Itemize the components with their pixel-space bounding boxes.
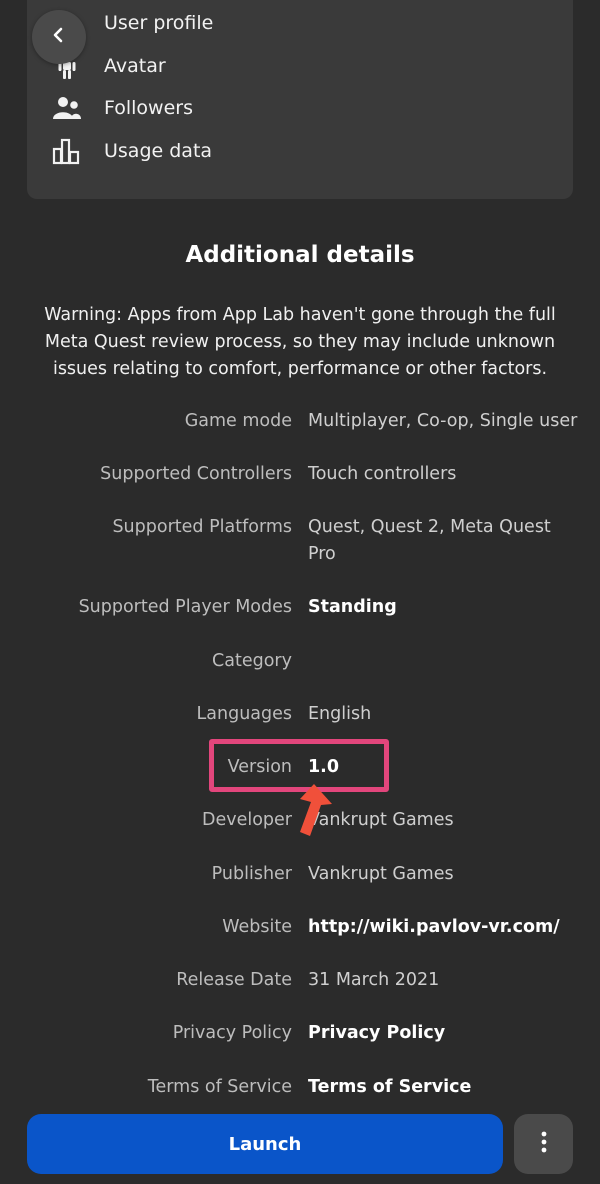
detail-key: Category: [212, 651, 292, 671]
section-title: Additional details: [185, 242, 415, 268]
terms-of-service-link[interactable]: Terms of Service: [308, 1074, 578, 1101]
permission-label: Usage data: [104, 140, 213, 162]
detail-value: Quest, Quest 2, Meta Quest Pro: [308, 517, 551, 564]
detail-key: Supported Platforms: [112, 517, 292, 537]
more-vertical-icon: [540, 1130, 548, 1158]
detail-key: Privacy Policy: [172, 1023, 292, 1043]
detail-key: Terms of Service: [147, 1077, 292, 1097]
followers-icon: [52, 93, 82, 123]
detail-value: Multiplayer, Co-op, Single user: [308, 411, 578, 431]
more-options-button[interactable]: [514, 1114, 573, 1174]
detail-value: Standing: [308, 597, 397, 617]
detail-key: Supported Player Modes: [78, 597, 292, 617]
detail-key: Website: [222, 917, 292, 937]
detail-value[interactable]: Vankrupt Games: [308, 861, 578, 888]
annotation-arrow-icon: [286, 780, 336, 840]
detail-value: English: [308, 704, 372, 724]
detail-key: Supported Controllers: [100, 464, 292, 484]
detail-key: Game mode: [184, 411, 292, 431]
detail-key: Publisher: [211, 864, 292, 884]
detail-value: Touch controllers: [308, 464, 457, 484]
launch-button[interactable]: Launch: [27, 1114, 503, 1174]
privacy-policy-link[interactable]: Privacy Policy: [308, 1020, 578, 1047]
permissions-card: User profile Avatar Followers Usage data: [27, 0, 573, 199]
detail-key: Release Date: [176, 970, 292, 990]
detail-key: Languages: [196, 704, 292, 724]
usage-data-icon: [52, 136, 82, 166]
detail-key: Developer: [201, 810, 292, 830]
permission-followers: Followers: [53, 93, 193, 123]
detail-value: 31 March 2021: [308, 970, 440, 990]
back-button[interactable]: [32, 10, 86, 64]
permission-user-profile: User profile: [56, 8, 214, 38]
permission-label: Followers: [104, 97, 193, 119]
app-lab-warning: Warning: Apps from App Lab haven't gone …: [44, 305, 556, 379]
chevron-left-icon: [50, 26, 68, 48]
permission-label: User profile: [104, 12, 214, 34]
permission-usage-data: Usage data: [52, 136, 213, 166]
detail-value[interactable]: Vankrupt Games: [308, 807, 578, 834]
permission-label: Avatar: [104, 55, 166, 77]
website-link[interactable]: http://wiki.pavlov-vr.com/: [308, 914, 578, 941]
permission-avatar: Avatar: [58, 51, 166, 81]
